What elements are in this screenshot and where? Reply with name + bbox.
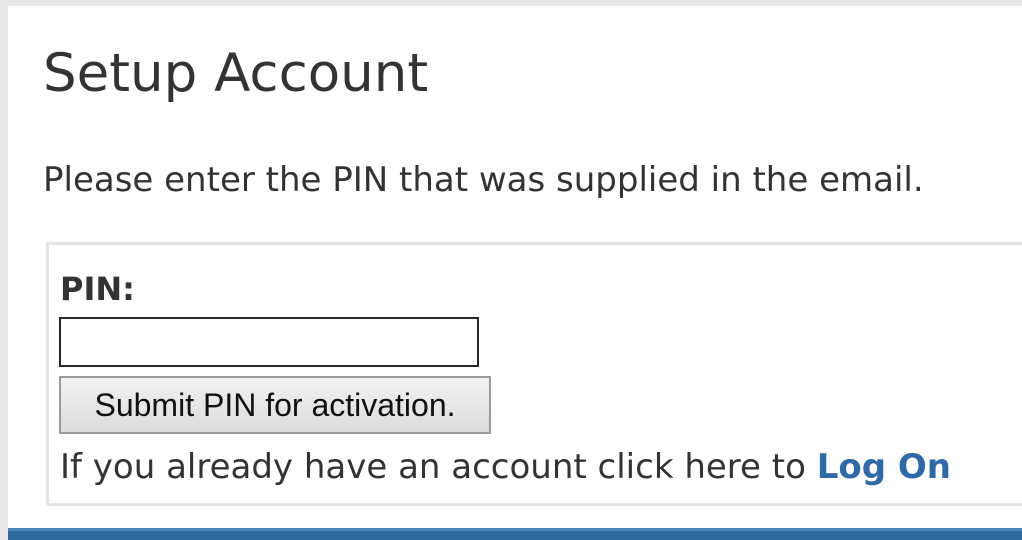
page-title: Setup Account <box>43 43 429 104</box>
footer-bar <box>8 528 1022 540</box>
logon-prompt-text: If you already have an account click her… <box>60 447 817 487</box>
pin-form-panel: PIN: Submit PIN for activation. If you a… <box>46 242 1022 506</box>
logon-prompt: If you already have an account click her… <box>60 446 951 488</box>
instructions-text: Please enter the PIN that was supplied i… <box>43 160 924 200</box>
pin-input[interactable] <box>59 317 479 367</box>
page-content: Setup Account Please enter the PIN that … <box>8 6 1022 540</box>
submit-pin-button[interactable]: Submit PIN for activation. <box>59 376 491 434</box>
log-on-link[interactable]: Log On <box>817 447 951 487</box>
pin-label: PIN: <box>60 270 135 308</box>
